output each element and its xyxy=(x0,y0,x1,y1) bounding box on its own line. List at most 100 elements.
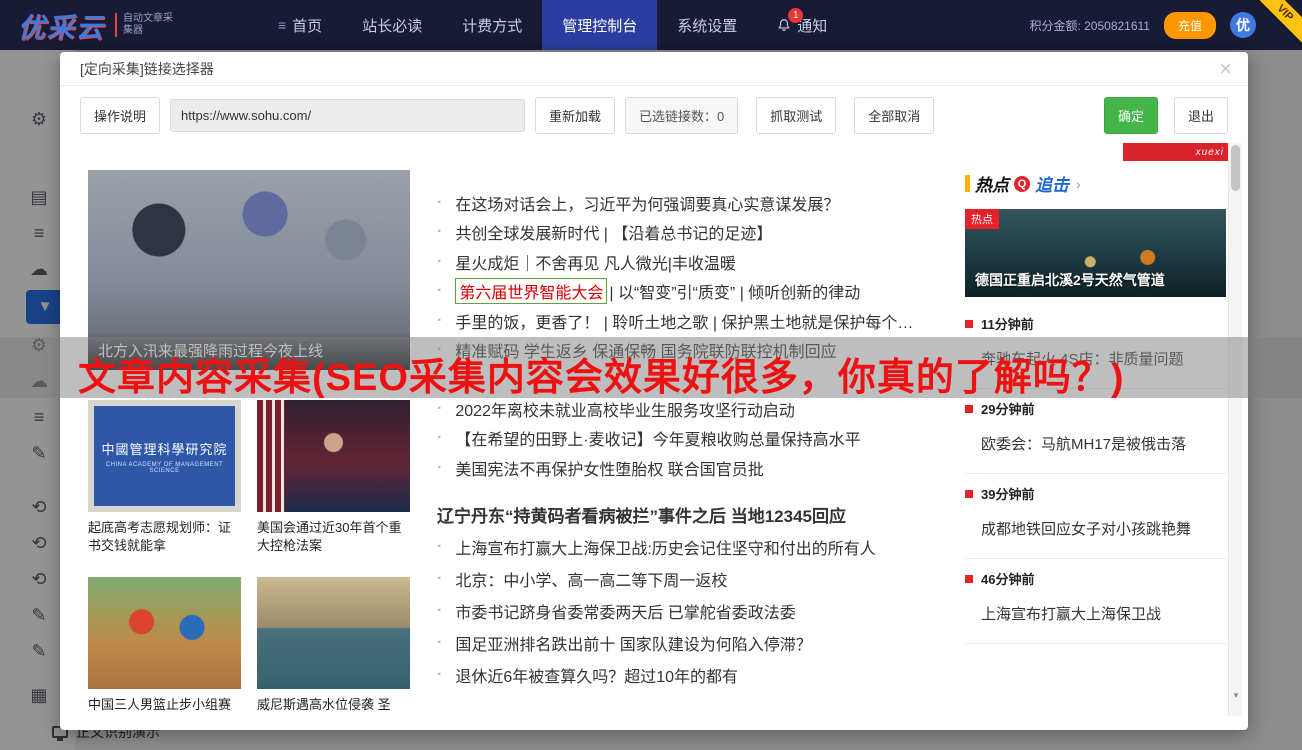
headline-link[interactable]: ·手里的饭，更香了！ | 聆听土地之歌 | 保护黑土地就是保护每个… xyxy=(437,306,949,336)
bullet: · xyxy=(437,400,442,418)
headline-text: 国足亚洲排名跌出前十 国家队建设为何陷入停滞？ xyxy=(455,631,811,655)
nav-item-label: 站长必读 xyxy=(362,15,422,36)
overlay-annotation: 文章内容采集(SEO采集内容会效果好很多，你真的了解吗？) xyxy=(78,346,1125,401)
app-logo-text: 优采云 xyxy=(18,6,105,45)
headline-link[interactable]: · 退休近6年被查算久吗？超过10年的都有 xyxy=(437,659,949,691)
card-row-1: 中國管理科學研究院 CHINA ACADEMY OF MANAGEMENT SC… xyxy=(88,400,410,555)
url-input[interactable] xyxy=(170,99,525,132)
news-card[interactable]: 威尼斯遇高水位侵袭 圣 xyxy=(257,577,410,714)
nav-item-notifications[interactable]: 1 通知 xyxy=(757,0,847,50)
headline-link[interactable]: ·在这场对话会上，习近平为何强调要真心实意谋发展？ xyxy=(437,188,949,218)
webpage-scrollbar[interactable]: ▼ xyxy=(1228,143,1242,716)
nav-item-settings[interactable]: 系统设置 xyxy=(657,0,757,50)
help-button[interactable]: 操作说明 xyxy=(80,97,160,134)
hot-item-text: 成都地铁回应女子对小孩跳艳舞 xyxy=(981,518,1226,539)
bullet: · xyxy=(437,312,442,330)
hot-list-item[interactable]: 29分钟前 欧委会：马航MH17是被俄击落 xyxy=(965,389,1226,474)
news-card[interactable]: 中国三人男篮止步小组赛 xyxy=(88,577,241,714)
hot-list-item[interactable]: 46分钟前 上海宣布打赢大上海保卫战 xyxy=(965,559,1226,644)
exit-button[interactable]: 退出 xyxy=(1174,97,1228,134)
red-square-bullet xyxy=(965,320,973,328)
credit-balance: 积分金额: 2050821611 xyxy=(1029,17,1150,34)
basketball-photo xyxy=(88,577,241,689)
hot-list-item[interactable]: 39分钟前 成都地铁回应女子对小孩跳艳舞 xyxy=(965,474,1226,559)
nav-item-billing[interactable]: 计费方式 xyxy=(442,0,542,50)
menu-icon: ≡ xyxy=(278,17,286,33)
bullet: · xyxy=(437,282,442,300)
scroll-down-icon[interactable]: ▼ xyxy=(1229,691,1243,700)
news-card[interactable]: 美国会通过近30年首个重大控枪法案 xyxy=(257,400,410,555)
brand-round-logo: 优 xyxy=(1230,12,1256,38)
bullet: · xyxy=(437,459,442,477)
screen: 优采云 自动文章采集器 ≡ 首页 站长必读 计费方式 管理控制台 系统设置 xyxy=(0,0,1302,750)
hot-title-blue: 追击 xyxy=(1035,171,1069,196)
card-caption: 中国三人男篮止步小组赛 xyxy=(88,696,241,714)
academy-photo: 中國管理科學研究院 CHINA ACADEMY OF MANAGEMENT SC… xyxy=(88,400,241,512)
headline-text: 市委书记跻身省委常委两天后 已掌舵省委政法委 xyxy=(455,599,795,623)
headline-text: 退休近6年被查算久吗？超过10年的都有 xyxy=(455,663,738,687)
bullet: · xyxy=(437,602,442,620)
left-picture-column: 北方入汛来最强降雨过程今夜上线 中國管理科學研究院 CHINA ACADEMY … xyxy=(88,170,410,714)
bullet: · xyxy=(437,538,442,556)
bullet: · xyxy=(437,634,442,652)
hot-top-story[interactable]: 热点 德国正重启北溪2号天然气管道 xyxy=(965,209,1226,297)
headline-link[interactable]: ·共创全球发展新时代 | 【沿着总书记的足迹】 xyxy=(437,218,949,248)
red-square-bullet xyxy=(965,575,973,583)
embedded-webpage: xuexi 北方入汛来最强降雨过程今夜上线 中國管理科學研究院 CHINA AC… xyxy=(60,143,1248,716)
cancel-all-button[interactable]: 全部取消 xyxy=(854,97,934,134)
grab-test-button[interactable]: 抓取测试 xyxy=(756,97,836,134)
headline-text: 北京：中小学、高一高二等下周一返校 xyxy=(455,567,727,591)
close-icon[interactable]: × xyxy=(1219,59,1232,79)
xuexi-banner: xuexi xyxy=(1123,143,1230,161)
bullet: · xyxy=(437,666,442,684)
headline-group-2: 辽宁丹东“持黄码者看病被拦”事件之后 当地12345回应 ·上海宣布打赢大上海保… xyxy=(437,499,949,691)
nav-item-home[interactable]: ≡ 首页 xyxy=(258,0,342,50)
headline-link[interactable]: ·上海宣布打赢大上海保卫战:历史会记住坚守和付出的所有人 xyxy=(437,531,949,563)
hot-item-time: 29分钟前 xyxy=(965,399,1226,418)
headline-link[interactable]: 辽宁丹东“持黄码者看病被拦”事件之后 当地12345回应 xyxy=(437,499,949,531)
navbar-right: 积分金额: 2050821611 充值 优 xyxy=(1029,12,1302,39)
accent-bar xyxy=(965,175,970,192)
hot-item-time: 11分钟前 xyxy=(965,314,1226,333)
modal-toolbar: 操作说明 重新加载 已选链接数：0 抓取测试 全部取消 确定 退出 xyxy=(60,86,1248,134)
nav-item-must-read[interactable]: 站长必读 xyxy=(342,0,442,50)
academy-plaque-en: CHINA ACADEMY OF MANAGEMENT SCIENCE xyxy=(94,462,235,474)
nav-item-label: 首页 xyxy=(292,15,322,36)
headline-link[interactable]: · 【在希望的田野上·麦收记】今年夏粮收购总量保持高水平 xyxy=(437,424,949,454)
scrollbar-thumb[interactable] xyxy=(1231,145,1240,191)
nav-item-label: 管理控制台 xyxy=(562,15,637,36)
headline-link[interactable]: · 星火成炬｜不舍再见 凡人微光|丰收温暖 xyxy=(437,247,949,277)
hot-item-time: 46分钟前 xyxy=(965,569,1226,588)
headline-link[interactable]: · 市委书记跻身省委常委两天后 已掌舵省委政法委 xyxy=(437,595,949,627)
hot-section-header[interactable]: 热点 Q 追击 › xyxy=(965,171,1226,196)
headline-text: 辽宁丹东“持黄码者看病被拦”事件之后 当地12345回应 xyxy=(437,502,846,527)
red-square-bullet xyxy=(965,405,973,413)
hot-magnifier-icon: Q xyxy=(1014,176,1030,192)
bullet: · xyxy=(437,223,442,241)
nav-item-label: 系统设置 xyxy=(677,15,737,36)
bullet: · xyxy=(437,253,442,271)
reload-button[interactable]: 重新加载 xyxy=(535,97,615,134)
recharge-button[interactable]: 充值 xyxy=(1164,12,1216,39)
headline-link-selected[interactable]: ·第六届世界智能大会 | 以“智变”引“质变” | 倾听创新的律动 xyxy=(437,277,949,307)
headline-link[interactable]: ·北京：中小学、高一高二等下周一返校 xyxy=(437,563,949,595)
bullet: · xyxy=(437,429,442,447)
headline-text: 星火成炬｜不舍再见 凡人微光|丰收温暖 xyxy=(455,250,736,274)
headline-link[interactable]: · 国足亚洲排名跌出前十 国家队建设为何陷入停滞？ xyxy=(437,627,949,659)
nav-item-console[interactable]: 管理控制台 xyxy=(542,0,657,50)
confirm-button[interactable]: 确定 xyxy=(1104,97,1158,134)
bullet: · xyxy=(437,194,442,212)
news-card[interactable]: 中國管理科學研究院 CHINA ACADEMY OF MANAGEMENT SC… xyxy=(88,400,241,555)
card-row-2: 中国三人男篮止步小组赛 威尼斯遇高水位侵袭 圣 xyxy=(88,577,410,714)
hot-badge: 热点 xyxy=(965,209,999,229)
selected-link-highlight[interactable]: 第六届世界智能大会 xyxy=(455,278,607,304)
hot-item-time: 39分钟前 xyxy=(965,484,1226,503)
congress-photo xyxy=(257,400,410,512)
bell-icon: 1 xyxy=(777,17,791,33)
headline-link[interactable]: ·美国宪法不再保护女性堕胎权 联合国官员批 xyxy=(437,453,949,483)
headline-text: 【在希望的田野上·麦收记】今年夏粮收购总量保持高水平 xyxy=(455,426,860,450)
modal-title: [定向采集]链接选择器 xyxy=(80,59,214,79)
main-nav: ≡ 首页 站长必读 计费方式 管理控制台 系统设置 1 通知 xyxy=(258,0,847,50)
chevron-right-icon: › xyxy=(1076,176,1081,192)
card-caption: 威尼斯遇高水位侵袭 圣 xyxy=(257,696,410,714)
